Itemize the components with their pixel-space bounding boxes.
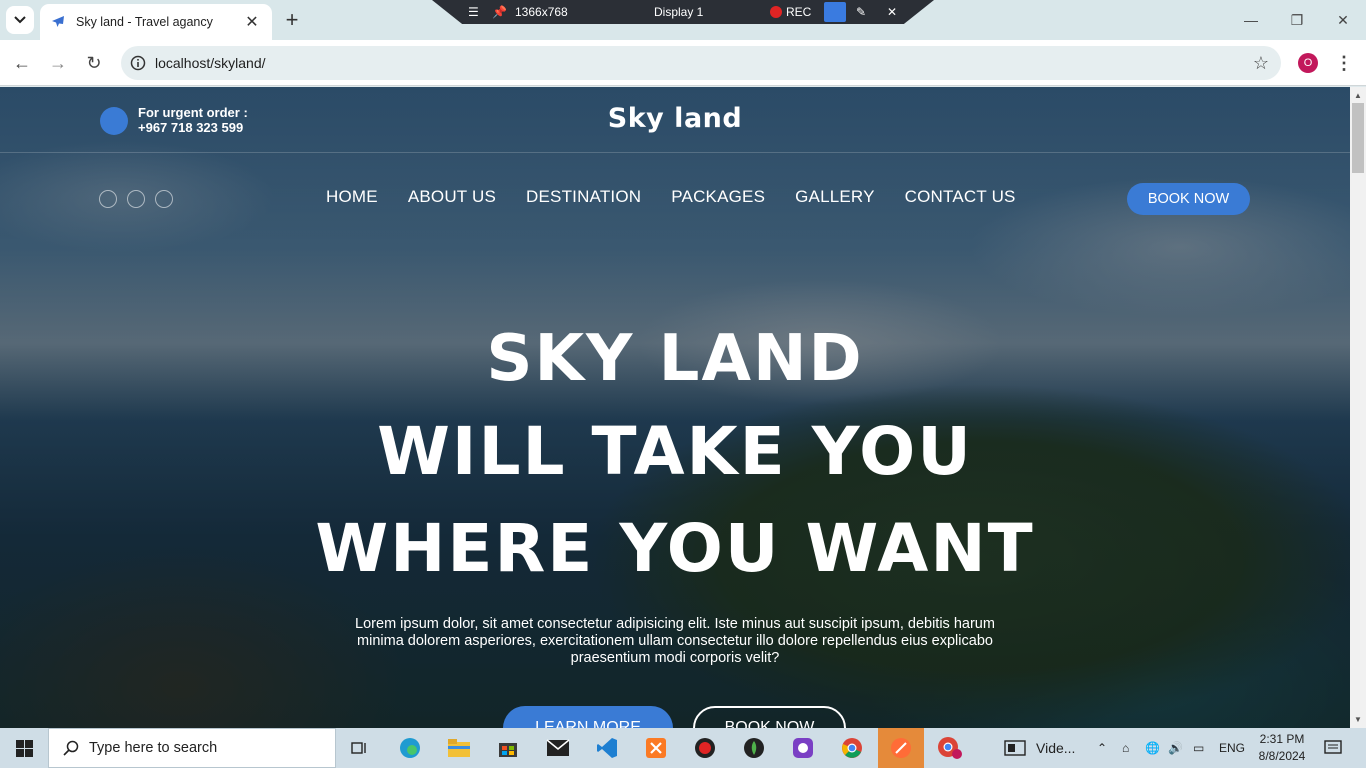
reload-button[interactable]: ↻ [81,50,107,76]
forward-button[interactable]: → [45,50,71,76]
nav-home[interactable]: HOME [326,187,378,207]
postman-icon[interactable] [878,728,924,768]
browser-tab-active[interactable]: Sky land - Travel agancy ✕ [40,4,272,40]
hero-title-line-2: WILL TAKE YOU [377,413,973,490]
clock-date: 8/8/2024 [1258,749,1306,763]
tab-search-button[interactable] [6,6,34,34]
file-explorer-icon[interactable] [439,732,479,764]
urgent-phone: +967 718 323 599 [138,120,244,135]
tab-title: Sky land - Travel agancy [76,15,213,29]
menu-icon[interactable]: ☰ [468,5,479,19]
video-app-taskbar[interactable]: Vide... [1004,728,1075,768]
chrome-profile-icon[interactable] [930,732,970,764]
omnibox[interactable]: localhost/skyland/ ☆ [121,46,1281,80]
social-icon-1[interactable] [99,190,117,208]
recorder-app-icon[interactable] [685,732,725,764]
urgent-contact: For urgent order : +967 718 323 599 [138,105,248,135]
book-now-hero-button[interactable]: BOOK NOW [693,706,846,728]
resolution-label: 1366x768 [515,5,568,19]
browser-menu-icon[interactable]: ⋮ [1334,52,1354,74]
record-dot-icon [770,6,782,18]
chevron-down-icon [14,16,26,24]
new-tab-button[interactable]: + [280,7,304,32]
tray-overflow-icon[interactable]: ⌃ [1097,728,1107,768]
back-button[interactable]: ← [9,50,35,76]
windows-start-icon[interactable] [0,728,48,768]
learn-more-button[interactable]: LEARN MORE [503,706,673,728]
camera-toggle[interactable] [824,2,846,22]
battery-icon[interactable]: ▭ [1193,728,1204,768]
address-toolbar: ← → ↻ localhost/skyland/ ☆ [0,40,1366,86]
mail-icon[interactable] [538,732,578,764]
social-icon-3[interactable] [155,190,173,208]
display-label: Display 1 [654,5,704,19]
scroll-up-icon[interactable]: ▲ [1354,91,1362,100]
page-scrollbar[interactable]: ▲ ▼ [1350,87,1366,728]
notifications-icon[interactable] [1324,728,1342,768]
close-tab-icon[interactable]: ✕ [242,12,262,32]
vscode-icon[interactable] [587,732,627,764]
browser-tabbar: Sky land - Travel agancy ✕ + ☰ 📌 1366x76… [0,0,1366,40]
social-links [99,190,173,208]
video-window-icon [1004,740,1026,756]
phone-icon [100,107,128,135]
hero-title-line-1: SKY LAND [486,322,864,396]
task-view-icon[interactable] [340,732,380,764]
chrome-icon[interactable] [832,732,872,764]
microsoft-store-icon[interactable] [488,732,528,764]
pin-icon[interactable]: 📌 [492,5,507,19]
nav-about-us[interactable]: ABOUT US [408,187,496,207]
site-info-icon[interactable] [121,55,155,71]
scroll-down-icon[interactable]: ▼ [1354,715,1362,724]
nav-contact-us[interactable]: CONTACT US [905,187,1016,207]
pen-icon[interactable]: ✎ [856,5,866,19]
recorder-toolbar: ☰ 📌 1366x768 Display 1 REC ✎ ✕ [432,0,934,24]
search-placeholder: Type here to search [89,740,218,756]
airplane-icon [50,14,66,30]
hero-description: Lorem ipsum dolor, sit amet consectetur … [355,616,995,666]
volume-icon[interactable]: 🔊 [1168,728,1183,768]
close-window-button[interactable]: ✕ [1320,0,1366,40]
video-app-label: Vide... [1036,740,1076,756]
language-indicator[interactable]: ENG [1219,728,1245,768]
record-button[interactable]: REC [770,5,811,19]
social-icon-2[interactable] [127,190,145,208]
network-icon[interactable]: 🌐 [1145,728,1160,768]
bookmark-star-icon[interactable]: ☆ [1241,53,1281,74]
edge-icon[interactable] [390,732,430,764]
nav-gallery[interactable]: GALLERY [795,187,875,207]
profile-avatar[interactable]: O [1298,53,1318,73]
urgent-label: For urgent order : [138,105,248,120]
scrollbar-thumb[interactable] [1352,103,1364,173]
minimize-button[interactable]: — [1228,0,1274,40]
main-nav: HOME ABOUT US DESTINATION PACKAGES GALLE… [326,187,1016,207]
mongodb-icon[interactable] [734,732,774,764]
windows-taskbar: Type here to search Vide... ⌃ ⌂ 🌐 🔊 ▭ EN… [0,728,1366,768]
taskbar-search[interactable]: Type here to search [48,728,336,768]
nav-packages[interactable]: PACKAGES [671,187,765,207]
search-icon [63,740,79,756]
clock-time: 2:31 PM [1259,732,1305,746]
xampp-icon[interactable] [636,732,676,764]
nav-destination[interactable]: DESTINATION [526,187,641,207]
github-desktop-icon[interactable] [783,732,823,764]
restore-button[interactable]: ❐ [1274,0,1320,40]
system-clock[interactable]: 2:31 PM 8/8/2024 [1252,731,1312,765]
close-recorder-icon[interactable]: ✕ [887,5,897,19]
hero-title-line-3: WHERE YOU WANT [315,510,1035,587]
site-logo[interactable]: Sky land [575,103,775,134]
book-now-header-button[interactable]: BOOK NOW [1127,183,1250,215]
hero-section: For urgent order : +967 718 323 599 Sky … [0,87,1350,728]
meet-now-icon[interactable]: ⌂ [1122,728,1129,768]
url-text: localhost/skyland/ [155,55,266,71]
